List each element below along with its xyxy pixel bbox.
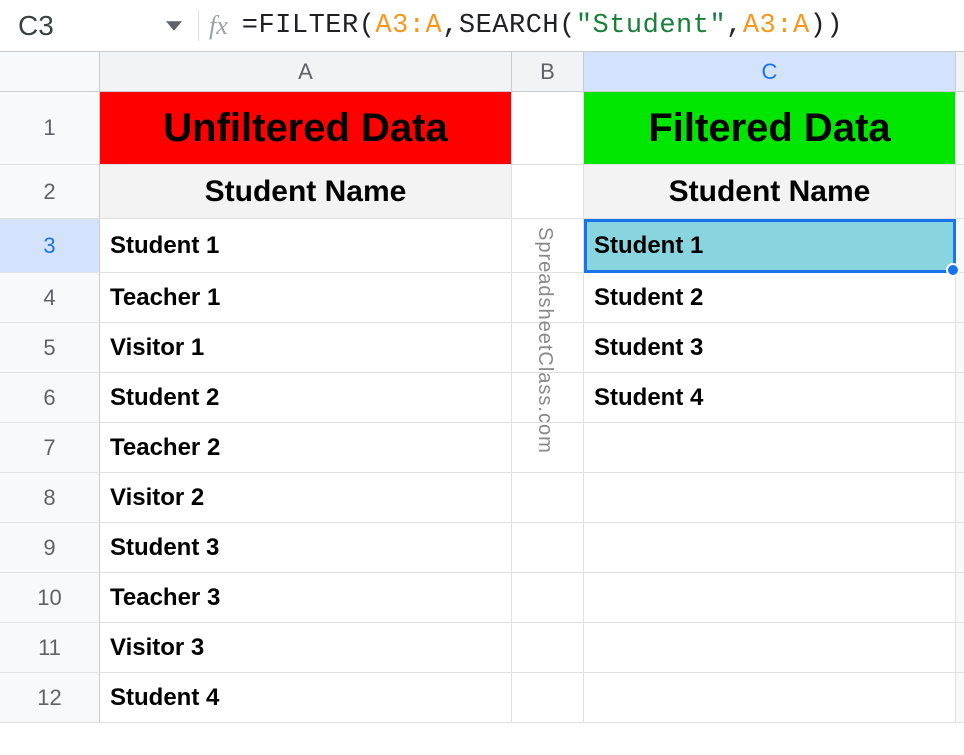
row-header-10[interactable]: 10 — [0, 573, 100, 623]
formula-range: A3:A — [743, 11, 810, 41]
cell-A5[interactable]: Visitor 1 — [100, 323, 512, 373]
cell-B2[interactable] — [512, 165, 584, 219]
cell-C5[interactable]: Student 3 — [584, 323, 956, 373]
cell-A4[interactable]: Teacher 1 — [100, 273, 512, 323]
gutter — [956, 165, 964, 219]
cell-B1[interactable] — [512, 92, 584, 165]
formula-bar: C3 fx =FILTER(A3:A,SEARCH("Student",A3:A… — [0, 0, 964, 52]
formula-paren: ) — [826, 11, 843, 41]
select-all-corner[interactable] — [0, 52, 100, 92]
cell-A3[interactable]: Student 1 — [100, 219, 512, 273]
row-header-6[interactable]: 6 — [0, 373, 100, 423]
column-header-B[interactable]: B — [512, 52, 584, 92]
cell-C3[interactable]: Student 1 — [584, 219, 956, 273]
row-header-3[interactable]: 3 — [0, 219, 100, 273]
cell-B10[interactable] — [512, 573, 584, 623]
row-header-5[interactable]: 5 — [0, 323, 100, 373]
fx-icon: fx — [199, 11, 242, 41]
cell-B12[interactable] — [512, 673, 584, 723]
gutter — [956, 323, 964, 373]
row-header-4[interactable]: 4 — [0, 273, 100, 323]
cell-B11[interactable] — [512, 623, 584, 673]
column-header-A[interactable]: A — [100, 52, 512, 92]
cell-A10[interactable]: Teacher 3 — [100, 573, 512, 623]
formula-paren: ( — [359, 11, 376, 41]
row-header-11[interactable]: 11 — [0, 623, 100, 673]
gutter — [956, 573, 964, 623]
cell-C6[interactable]: Student 4 — [584, 373, 956, 423]
gutter — [956, 219, 964, 273]
row-header-2[interactable]: 2 — [0, 165, 100, 219]
cell-C7[interactable] — [584, 423, 956, 473]
row-header-1[interactable]: 1 — [0, 92, 100, 165]
formula-paren: ) — [810, 11, 827, 41]
formula-paren: ( — [559, 11, 576, 41]
formula-comma: , — [726, 11, 743, 41]
gutter — [956, 623, 964, 673]
cell-B8[interactable] — [512, 473, 584, 523]
cell-C2[interactable]: Student Name — [584, 165, 956, 219]
column-header-C[interactable]: C — [584, 52, 956, 92]
formula-string: "Student" — [576, 11, 726, 41]
gutter — [956, 423, 964, 473]
cell-C8[interactable] — [584, 473, 956, 523]
gutter — [956, 523, 964, 573]
spreadsheet-grid: A B C 1 Unfiltered Data Filtered Data 2 … — [0, 52, 964, 723]
cell-A2[interactable]: Student Name — [100, 165, 512, 219]
row-header-9[interactable]: 9 — [0, 523, 100, 573]
cell-B9[interactable] — [512, 523, 584, 573]
cell-A11[interactable]: Visitor 3 — [100, 623, 512, 673]
name-box-dropdown-icon[interactable] — [150, 18, 198, 34]
cell-A7[interactable]: Teacher 2 — [100, 423, 512, 473]
gutter — [956, 373, 964, 423]
row-header-12[interactable]: 12 — [0, 673, 100, 723]
row-header-7[interactable]: 7 — [0, 423, 100, 473]
formula-fn-search: SEARCH — [459, 11, 559, 41]
gutter — [956, 673, 964, 723]
cell-C11[interactable] — [584, 623, 956, 673]
cell-C9[interactable] — [584, 523, 956, 573]
cell-C10[interactable] — [584, 573, 956, 623]
gutter — [956, 473, 964, 523]
cell-C4[interactable]: Student 2 — [584, 273, 956, 323]
name-box[interactable]: C3 — [0, 10, 150, 42]
formula-eq: = — [242, 11, 259, 41]
cell-A12[interactable]: Student 4 — [100, 673, 512, 723]
formula-range: A3:A — [375, 11, 442, 41]
gutter — [956, 92, 964, 165]
formula-input[interactable]: =FILTER(A3:A,SEARCH("Student",A3:A)) — [242, 11, 843, 41]
cell-A6[interactable]: Student 2 — [100, 373, 512, 423]
gutter — [956, 273, 964, 323]
row-header-8[interactable]: 8 — [0, 473, 100, 523]
watermark: SpreadsheetClass.com — [533, 227, 556, 454]
cell-A8[interactable]: Visitor 2 — [100, 473, 512, 523]
cell-C1[interactable]: Filtered Data — [584, 92, 956, 165]
cell-A1[interactable]: Unfiltered Data — [100, 92, 512, 165]
formula-fn-filter: FILTER — [258, 11, 358, 41]
cell-A9[interactable]: Student 3 — [100, 523, 512, 573]
column-gutter — [956, 52, 964, 92]
cell-C12[interactable] — [584, 673, 956, 723]
cell-C3-value: Student 1 — [594, 232, 703, 260]
formula-comma: , — [442, 11, 459, 41]
